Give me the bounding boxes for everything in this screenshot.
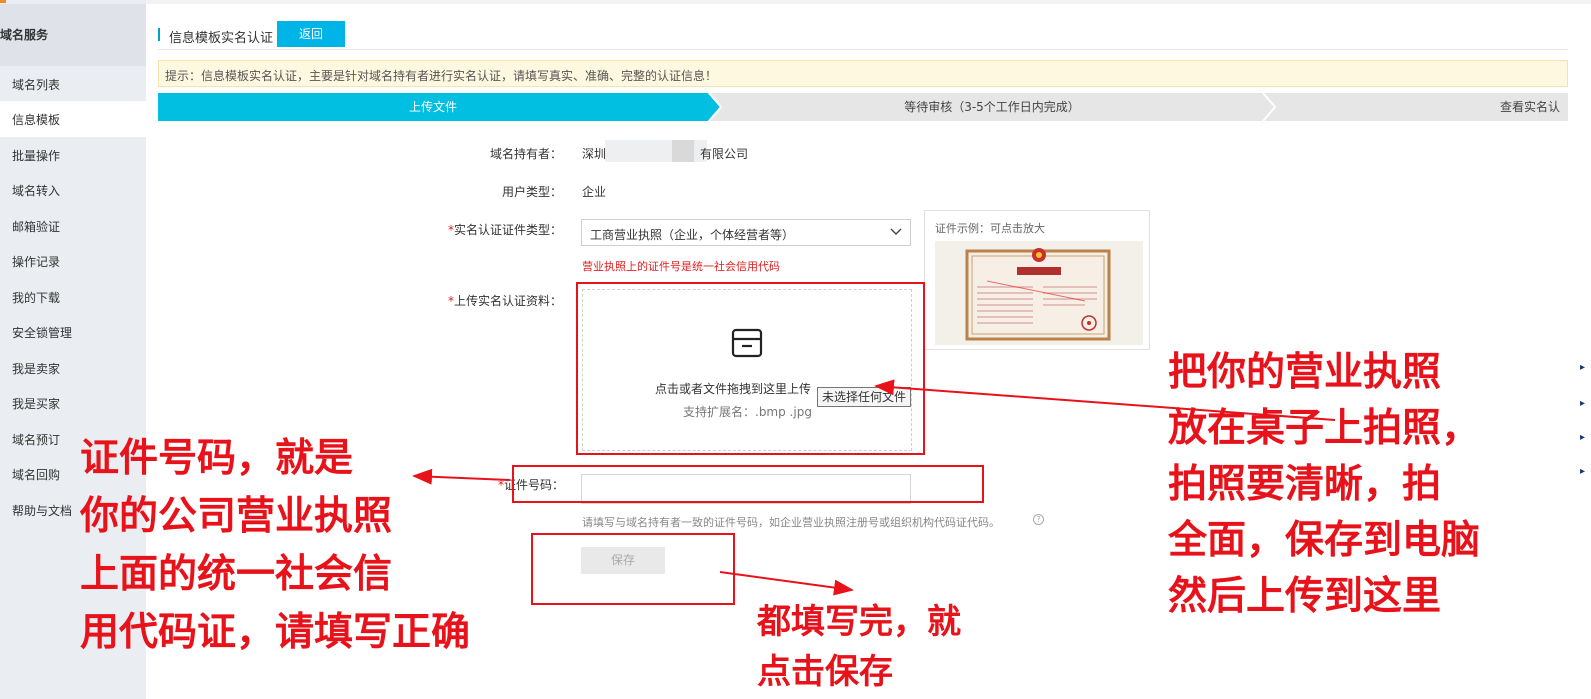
edge-caret-icon: ▸ xyxy=(1580,362,1586,373)
annotation-line: 上面的统一社会信 xyxy=(80,552,393,597)
annotation-line: 把你的营业执照 xyxy=(1168,350,1442,395)
annotation-line: 用代码证，请填写正确 xyxy=(80,610,471,655)
annotation-text-certno: 证件号码，就是 你的公司营业执照 上面的统一社会信 用代码证，请填写正确 xyxy=(80,430,470,662)
annotation-line: 然后上传到这里 xyxy=(1168,574,1442,619)
edge-caret-icon: ▸ xyxy=(1580,466,1586,477)
edge-caret-icon: ▸ xyxy=(1580,432,1586,443)
annotation-line: 证件号码，就是 xyxy=(80,436,354,481)
arrow-to-save xyxy=(719,571,854,596)
annotation-text-upload: 把你的营业执照 放在桌子上拍照， 拍照要清晰，拍 全面，保存到电脑 然后上传到这… xyxy=(1168,345,1480,625)
screen: 域名服务 域名列表 信息模板 批量操作 域名转入 邮箱验证 操作记录 我的下载 … xyxy=(0,0,1591,699)
annotation-line: 全面，保存到电脑 xyxy=(1168,518,1481,563)
annotation-line: 你的公司营业执照 xyxy=(80,494,393,539)
annotation-text-save: 都填写完，就 点击保存 xyxy=(757,597,961,697)
annotation-line: 点击保存 xyxy=(757,652,893,692)
annotation-line: 放在桌子上拍照， xyxy=(1168,406,1481,451)
edge-caret-icon: ▸ xyxy=(1580,398,1586,409)
annotation-line: 拍照要清晰，拍 xyxy=(1168,462,1442,507)
annotation-line: 都填写完，就 xyxy=(757,602,961,642)
